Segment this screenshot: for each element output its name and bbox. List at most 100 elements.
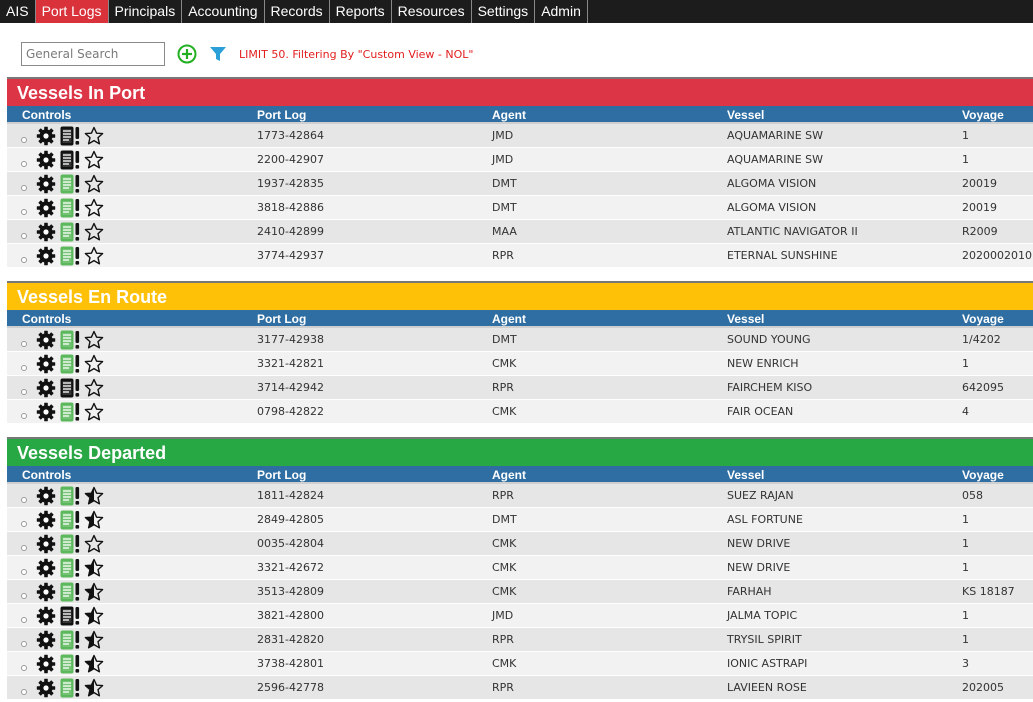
table-row[interactable]: 0035-42804 CMK NEW DRIVE 1 [7, 532, 1033, 556]
half-star-icon[interactable] [84, 486, 104, 506]
star-icon[interactable] [84, 126, 104, 146]
document-alert-icon[interactable] [59, 125, 81, 147]
star-icon[interactable] [84, 198, 104, 218]
table-row[interactable]: 3321-42672 CMK NEW DRIVE 1 [7, 556, 1033, 580]
gear-icon[interactable] [36, 630, 56, 650]
column-header-vessel[interactable]: Vessel [727, 468, 764, 482]
row-select-radio[interactable] [21, 617, 27, 623]
column-header-port-log[interactable]: Port Log [257, 468, 306, 482]
document-alert-icon[interactable] [59, 197, 81, 219]
row-select-radio[interactable] [21, 497, 27, 503]
half-star-icon[interactable] [84, 630, 104, 650]
general-search-input[interactable] [21, 42, 165, 66]
gear-icon[interactable] [36, 654, 56, 674]
gear-icon[interactable] [36, 486, 56, 506]
document-alert-icon[interactable] [59, 629, 81, 651]
document-alert-icon[interactable] [59, 377, 81, 399]
table-row[interactable]: 3738-42801 CMK IONIC ASTRAPI 3 [7, 652, 1033, 676]
row-select-radio[interactable] [21, 233, 27, 239]
row-select-radio[interactable] [21, 341, 27, 347]
table-row[interactable]: 2596-42778 RPR LAVIEEN ROSE 202005 [7, 676, 1033, 700]
half-star-icon[interactable] [84, 678, 104, 698]
table-row[interactable]: 3177-42938 DMT SOUND YOUNG 1/4202 [7, 328, 1033, 352]
nav-tab-reports[interactable]: Reports [330, 0, 392, 23]
row-select-radio[interactable] [21, 689, 27, 695]
gear-icon[interactable] [36, 534, 56, 554]
gear-icon[interactable] [36, 402, 56, 422]
document-alert-icon[interactable] [59, 173, 81, 195]
gear-icon[interactable] [36, 330, 56, 350]
nav-tab-accounting[interactable]: Accounting [182, 0, 265, 23]
document-alert-icon[interactable] [59, 677, 81, 699]
column-header-voyage[interactable]: Voyage [962, 468, 1004, 482]
star-icon[interactable] [84, 330, 104, 350]
table-row[interactable]: 2831-42820 RPR TRYSIL SPIRIT 1 [7, 628, 1033, 652]
star-icon[interactable] [84, 222, 104, 242]
row-select-radio[interactable] [21, 161, 27, 167]
document-alert-icon[interactable] [59, 221, 81, 243]
nav-tab-principals[interactable]: Principals [109, 0, 183, 23]
table-row[interactable]: 1937-42835 DMT ALGOMA VISION 20019 [7, 172, 1033, 196]
table-row[interactable]: 3321-42821 CMK NEW ENRICH 1 [7, 352, 1033, 376]
document-alert-icon[interactable] [59, 149, 81, 171]
star-icon[interactable] [84, 354, 104, 374]
document-alert-icon[interactable] [59, 605, 81, 627]
column-header-controls[interactable]: Controls [22, 312, 71, 326]
nav-tab-resources[interactable]: Resources [392, 0, 472, 23]
gear-icon[interactable] [36, 150, 56, 170]
gear-icon[interactable] [36, 606, 56, 626]
row-select-radio[interactable] [21, 569, 27, 575]
column-header-controls[interactable]: Controls [22, 108, 71, 122]
nav-tab-ais[interactable]: AIS [0, 0, 36, 23]
column-header-agent[interactable]: Agent [492, 312, 526, 326]
table-row[interactable]: 3821-42800 JMD JALMA TOPIC 1 [7, 604, 1033, 628]
table-row[interactable]: 2410-42899 MAA ATLANTIC NAVIGATOR II R2009 [7, 220, 1033, 244]
nav-tab-settings[interactable]: Settings [472, 0, 536, 23]
star-icon[interactable] [84, 174, 104, 194]
column-header-vessel[interactable]: Vessel [727, 312, 764, 326]
funnel-icon[interactable] [209, 45, 227, 63]
row-select-radio[interactable] [21, 389, 27, 395]
column-header-port-log[interactable]: Port Log [257, 108, 306, 122]
row-select-radio[interactable] [21, 365, 27, 371]
star-icon[interactable] [84, 246, 104, 266]
star-icon[interactable] [84, 378, 104, 398]
document-alert-icon[interactable] [59, 581, 81, 603]
document-alert-icon[interactable] [59, 401, 81, 423]
document-alert-icon[interactable] [59, 653, 81, 675]
table-row[interactable]: 3774-42937 RPR ETERNAL SUNSHINE 2020002010 [7, 244, 1033, 268]
gear-icon[interactable] [36, 510, 56, 530]
document-alert-icon[interactable] [59, 509, 81, 531]
plus-circle-icon[interactable] [177, 44, 197, 64]
row-select-radio[interactable] [21, 665, 27, 671]
gear-icon[interactable] [36, 126, 56, 146]
gear-icon[interactable] [36, 678, 56, 698]
row-select-radio[interactable] [21, 137, 27, 143]
gear-icon[interactable] [36, 558, 56, 578]
half-star-icon[interactable] [84, 654, 104, 674]
column-header-agent[interactable]: Agent [492, 108, 526, 122]
table-row[interactable]: 3818-42886 DMT ALGOMA VISION 20019 [7, 196, 1033, 220]
row-select-radio[interactable] [21, 593, 27, 599]
gear-icon[interactable] [36, 582, 56, 602]
half-star-icon[interactable] [84, 558, 104, 578]
table-row[interactable]: 3513-42809 CMK FARHAH KS 18187 [7, 580, 1033, 604]
row-select-radio[interactable] [21, 185, 27, 191]
table-row[interactable]: 2849-42805 DMT ASL FORTUNE 1 [7, 508, 1033, 532]
column-header-port-log[interactable]: Port Log [257, 312, 306, 326]
half-star-icon[interactable] [84, 510, 104, 530]
star-icon[interactable] [84, 402, 104, 422]
document-alert-icon[interactable] [59, 557, 81, 579]
row-select-radio[interactable] [21, 545, 27, 551]
nav-tab-records[interactable]: Records [265, 0, 330, 23]
row-select-radio[interactable] [21, 209, 27, 215]
column-header-controls[interactable]: Controls [22, 468, 71, 482]
table-row[interactable]: 1773-42864 JMD AQUAMARINE SW 1 [7, 124, 1033, 148]
table-row[interactable]: 0798-42822 CMK FAIR OCEAN 4 [7, 400, 1033, 424]
nav-tab-port-logs[interactable]: Port Logs [35, 0, 109, 23]
half-star-icon[interactable] [84, 582, 104, 602]
table-row[interactable]: 1811-42824 RPR SUEZ RAJAN 058 [7, 484, 1033, 508]
gear-icon[interactable] [36, 222, 56, 242]
gear-icon[interactable] [36, 174, 56, 194]
document-alert-icon[interactable] [59, 329, 81, 351]
